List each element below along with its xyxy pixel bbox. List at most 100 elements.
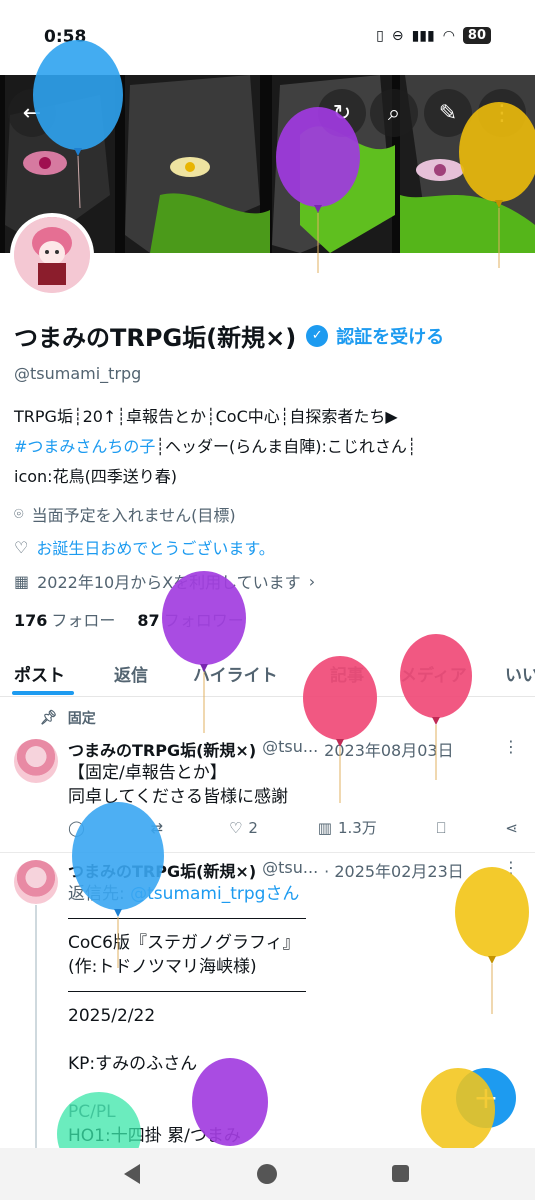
tweet-line: 【固定/卓報告とか】 bbox=[68, 763, 227, 783]
birthday-row[interactable]: ♡ お誕生日おめでとうございます。 bbox=[14, 535, 275, 559]
tweet-author-handle: @tsu... bbox=[262, 858, 319, 877]
bookmark-icon: ⎕ bbox=[436, 818, 446, 837]
chevron-right-icon: › bbox=[308, 571, 316, 591]
like-count: 2 bbox=[248, 818, 258, 837]
following-label: フォロー bbox=[51, 611, 116, 630]
reply-to-row: 返信先: @tsumami_trpgさん bbox=[68, 882, 306, 906]
followers-count: 87 bbox=[137, 611, 160, 630]
bio-line-2: #つまみさんちの子┊ヘッダー(らんま自陣):こじれさん┊ bbox=[14, 432, 524, 462]
active-tab-indicator bbox=[12, 691, 74, 695]
tweet-header: つまみのTRPG垢(新規×) @tsu... · 2025年02月23日 bbox=[68, 858, 464, 882]
thread-connector bbox=[35, 905, 37, 1150]
bio-hashtag-link[interactable]: #つまみさんちの子 bbox=[14, 437, 155, 456]
views-button[interactable]: ▥ 1.3万 bbox=[318, 817, 377, 838]
reply-icon: ◯ bbox=[68, 818, 85, 837]
calendar-icon: ▦ bbox=[14, 571, 30, 591]
refresh-icon: ↻ bbox=[332, 100, 352, 126]
reply-to-prefix: 返信先: bbox=[68, 884, 125, 904]
pinned-label-row: 📌︎ 固定 bbox=[40, 708, 96, 728]
tweet-line: CoC6版『ステガノグラフィ』 bbox=[68, 933, 300, 953]
verified-check-icon: ✓ bbox=[306, 324, 329, 347]
bio-line-2-text: ┊ヘッダー(らんま自陣):こじれさん┊ bbox=[155, 437, 417, 456]
reply-button[interactable]: ◯ bbox=[68, 817, 91, 838]
tab-posts[interactable]: ポスト bbox=[14, 661, 65, 686]
nav-home-icon[interactable] bbox=[257, 1164, 277, 1184]
tweet-line: (作:トドノツマリ海峡様) bbox=[68, 957, 257, 977]
back-arrow-icon: ← bbox=[22, 100, 42, 126]
tweet-line: KP:すみのふさん bbox=[68, 1054, 198, 1074]
avatar-image bbox=[14, 217, 90, 293]
location-text: 当面予定を入れません(目標) bbox=[31, 506, 236, 525]
tweet-line: PC/PL bbox=[68, 1102, 116, 1122]
nav-back-icon[interactable] bbox=[124, 1164, 140, 1184]
edit-button[interactable]: ✎ bbox=[424, 89, 472, 137]
tweet-more-icon[interactable]: ⋮ bbox=[503, 858, 519, 877]
plus-icon: + bbox=[473, 1080, 499, 1116]
profile-tabs: ポスト 返信 ハイライト 記事 メディア いい bbox=[0, 645, 535, 697]
like-button[interactable]: ♡ 2 bbox=[229, 817, 258, 838]
reply-to-user-link[interactable]: @tsumami_trpgさん bbox=[130, 884, 299, 904]
tab-articles[interactable]: 記事 bbox=[330, 661, 364, 686]
following-link[interactable]: 176 フォロー bbox=[14, 607, 115, 631]
tweet-divider bbox=[0, 852, 535, 853]
profile-name: つまみのTRPG垢(新規×) bbox=[14, 324, 297, 352]
search-button[interactable]: ⌕ bbox=[370, 89, 418, 137]
search-icon: ⌕ bbox=[387, 100, 401, 126]
views-count: 1.3万 bbox=[337, 819, 377, 837]
pin-icon: 📌︎ bbox=[40, 710, 58, 726]
nav-recents-icon[interactable] bbox=[392, 1165, 409, 1182]
tweet-avatar[interactable] bbox=[14, 860, 58, 904]
profile-avatar[interactable] bbox=[10, 213, 94, 297]
tweet-pinned[interactable]: つまみのTRPG垢(新規×) @tsu... 2023年08月03日 ⋮ 【固定… bbox=[0, 735, 535, 850]
wifi-icon: ◠ bbox=[442, 27, 455, 44]
tab-replies[interactable]: 返信 bbox=[114, 661, 148, 686]
tweet-more-icon[interactable]: ⋮ bbox=[503, 737, 519, 756]
tweet-author-handle: @tsu... bbox=[262, 737, 319, 756]
heart-icon: ♡ bbox=[228, 818, 243, 837]
back-button[interactable]: ← bbox=[8, 89, 56, 137]
pinned-label: 固定 bbox=[67, 711, 96, 727]
refresh-button[interactable]: ↻ bbox=[318, 89, 366, 137]
tweet-line: HO1:十四掛 累/つまみ bbox=[68, 1126, 241, 1146]
share-icon: ⋖ bbox=[505, 818, 518, 837]
location-pin-icon: ⌾ bbox=[14, 504, 24, 523]
tweet-date: · 2025年02月23日 bbox=[324, 862, 464, 881]
bookmark-button[interactable]: ⎕ bbox=[437, 817, 446, 838]
tab-media[interactable]: メディア bbox=[400, 661, 467, 686]
retweet-button[interactable]: ⇄ bbox=[151, 817, 170, 838]
tweet-author-name: つまみのTRPG垢(新規×) bbox=[68, 741, 257, 760]
status-icons: ▯ ⊖ ▮▮▮ ◠ 80 bbox=[376, 27, 491, 44]
share-button[interactable]: ⋖ bbox=[505, 817, 518, 838]
profile-bio: TRPG垢┊20↑┊卓報告とか┊CoC中心┊自探索者たち▶ #つまみさんちの子┊… bbox=[14, 402, 524, 492]
views-icon: ▥ bbox=[317, 818, 332, 837]
followers-link[interactable]: 87 フォロワー bbox=[137, 607, 243, 631]
joined-row[interactable]: ▦ 2022年10月からXを利用しています › bbox=[14, 569, 315, 593]
text-rule bbox=[68, 918, 306, 919]
more-vert-icon: ⋮ bbox=[491, 100, 513, 126]
tab-likes[interactable]: いい bbox=[505, 661, 535, 686]
tweet-thread[interactable]: つまみのTRPG垢(新規×) @tsu... · 2025年02月23日 ⋮ 返… bbox=[0, 856, 535, 1146]
following-count: 176 bbox=[14, 611, 48, 630]
retweet-icon: ⇄ bbox=[150, 818, 164, 837]
balloon-icon: ♡ bbox=[14, 537, 29, 557]
joined-text: 2022年10月からXを利用しています bbox=[37, 573, 301, 592]
bio-line-3: icon:花鳥(四季送り春) bbox=[14, 467, 178, 486]
edit-icon: ✎ bbox=[438, 100, 458, 126]
vibrate-icon: ▯ bbox=[376, 27, 384, 44]
clock: 0:58 bbox=[44, 27, 87, 47]
profile-handle: @tsumami_trpg bbox=[14, 364, 142, 383]
tab-highlights[interactable]: ハイライト bbox=[193, 661, 278, 686]
tweet-author-name: つまみのTRPG垢(新規×) bbox=[68, 862, 257, 881]
more-button[interactable]: ⋮ bbox=[478, 89, 526, 137]
birthday-text[interactable]: お誕生日おめでとうございます。 bbox=[36, 535, 274, 559]
follow-stats: 176 フォロー 87 フォロワー bbox=[14, 607, 244, 631]
tweet-date: 2023年08月03日 bbox=[324, 741, 454, 760]
bio-line-1: TRPG垢┊20↑┊卓報告とか┊CoC中心┊自探索者たち▶ bbox=[14, 407, 398, 426]
tweet-avatar[interactable] bbox=[14, 739, 58, 783]
get-verified-link[interactable]: 認証を受ける bbox=[336, 323, 444, 349]
followers-label: フォロワー bbox=[163, 611, 244, 630]
compose-fab[interactable]: + bbox=[456, 1068, 516, 1128]
status-bar: 0:58 ▯ ⊖ ▮▮▮ ◠ 80 bbox=[0, 0, 535, 75]
